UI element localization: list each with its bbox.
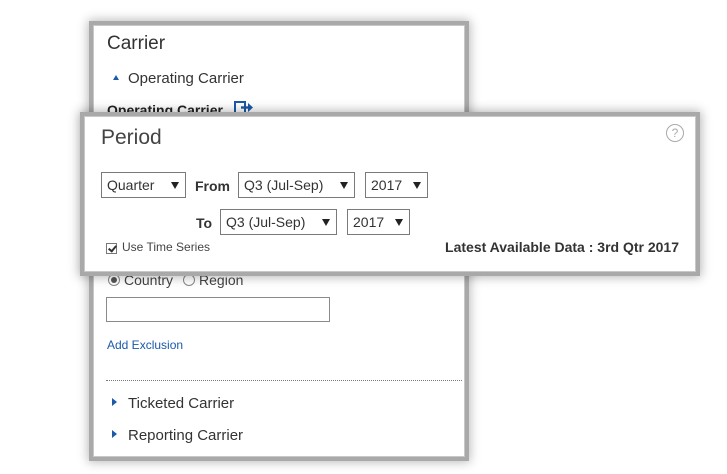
- country-radio-label[interactable]: Country: [124, 272, 173, 288]
- to-quarter-value: Q3 (Jul-Sep): [226, 214, 306, 230]
- period-panel: Period ? Quarter From Q3 (Jul-Sep) 2017 …: [84, 116, 696, 272]
- to-quarter-select[interactable]: Q3 (Jul-Sep): [220, 209, 337, 235]
- expand-triangle-icon[interactable]: [112, 430, 117, 438]
- collapse-triangle-icon[interactable]: [113, 75, 119, 80]
- to-year-select[interactable]: 2017: [347, 209, 410, 235]
- country-radio[interactable]: [108, 274, 120, 286]
- chevron-down-icon: [322, 219, 330, 226]
- location-type-radio-group: Country Region: [108, 272, 253, 288]
- help-icon[interactable]: ?: [666, 124, 684, 142]
- to-year-value: 2017: [353, 214, 385, 230]
- time-series-checkbox[interactable]: [106, 243, 117, 254]
- chevron-down-icon: [413, 182, 421, 189]
- expand-triangle-icon[interactable]: [112, 398, 117, 406]
- chevron-down-icon: [340, 182, 348, 189]
- country-input[interactable]: [106, 297, 330, 322]
- add-exclusion-link[interactable]: Add Exclusion: [107, 338, 183, 352]
- divider: [106, 380, 462, 381]
- granularity-select[interactable]: Quarter: [101, 172, 186, 198]
- from-quarter-select[interactable]: Q3 (Jul-Sep): [238, 172, 355, 198]
- latest-data-text: Latest Available Data : 3rd Qtr 2017: [445, 239, 679, 255]
- carrier-title: Carrier: [107, 33, 166, 54]
- granularity-select-value: Quarter: [107, 177, 155, 193]
- period-title: Period: [101, 126, 162, 149]
- operating-carrier-toggle[interactable]: Operating Carrier: [128, 70, 244, 87]
- chevron-down-icon: [171, 182, 179, 189]
- reporting-carrier-toggle[interactable]: Reporting Carrier: [128, 427, 243, 444]
- from-quarter-value: Q3 (Jul-Sep): [244, 177, 324, 193]
- ticketed-carrier-toggle[interactable]: Ticketed Carrier: [128, 395, 234, 412]
- chevron-down-icon: [395, 219, 403, 226]
- export-icon[interactable]: [234, 100, 254, 116]
- region-radio[interactable]: [183, 274, 196, 286]
- region-radio-label[interactable]: Region: [199, 272, 243, 288]
- time-series-label[interactable]: Use Time Series: [122, 240, 210, 254]
- from-year-select[interactable]: 2017: [365, 172, 428, 198]
- from-year-value: 2017: [371, 177, 403, 193]
- from-label: From: [195, 178, 230, 194]
- to-label: To: [196, 215, 213, 231]
